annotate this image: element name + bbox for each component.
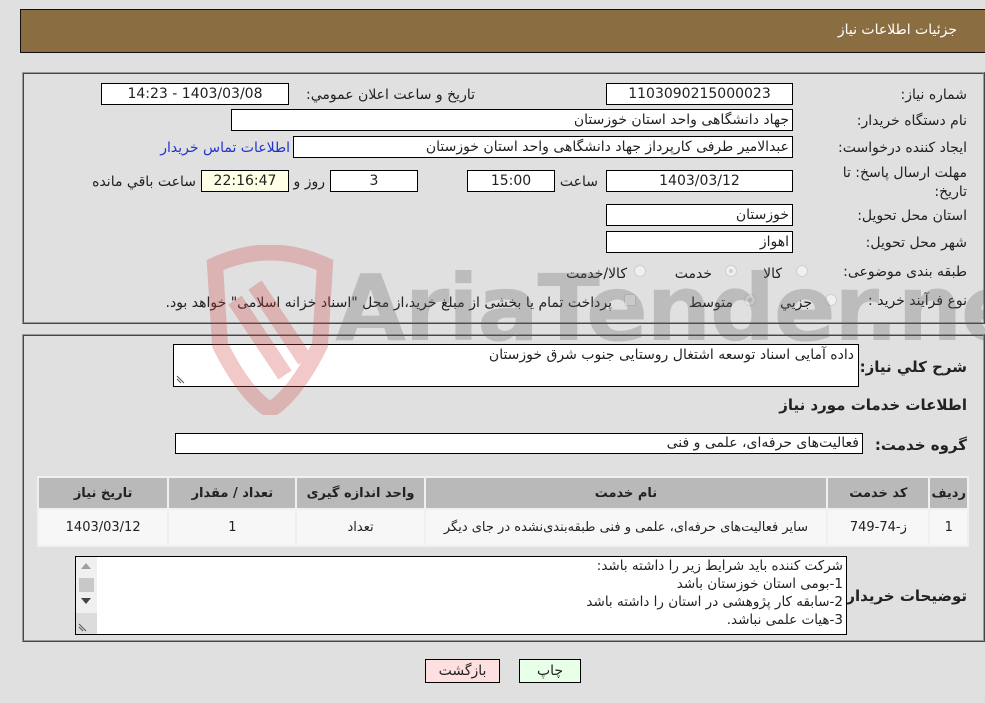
cell-service-code: ز-74-749 [828,510,929,545]
buyer-notes-line: 3-هیات علمی نباشد. [726,612,843,628]
print-button[interactable]: چاپ [519,659,581,683]
category-radio-goods[interactable] [796,265,808,277]
cell-need-date: 1403/03/12 [39,510,168,545]
col-quantity: تعداد / مقدار [169,478,296,508]
buyer-notes-textarea[interactable]: شرکت کننده باید شرایط زیر را داشته باشد:… [75,556,847,635]
service-group-label: گروه خدمت: [874,436,967,454]
cell-service-name: سایر فعالیت‌های حرفه‌ای، علمی و فنی طبقه… [425,510,827,545]
delivery-city-field: اهواز [606,231,793,253]
announce-datetime-field: 1403/03/08 - 14:23 [101,83,289,105]
remaining-time-label: ساعت باقي مانده [92,174,196,190]
deadline-time-label: ساعت [559,174,598,190]
description-text: داده آمایی اسناد توسعه اشتغال روستایی جن… [488,347,854,363]
col-service-code: کد خدمت [828,478,929,508]
cell-row-number: 1 [930,510,967,545]
deadline-date-field: 1403/03/12 [606,170,793,192]
purchase-type-radio-medium[interactable] [744,294,756,306]
treasury-note: پرداخت تمام یا بخشی از مبلغ خرید،از محل … [165,295,612,311]
page-title: جزئیات اطلاعات نیاز [837,22,957,38]
remaining-days-field: 3 [330,170,418,192]
buyer-notes-label: توضیحات خریدار: [840,587,967,605]
category-option-goods-service: کالا/خدمت [566,266,627,282]
cell-unit: تعداد [297,510,424,545]
description-label: شرح کلي نياز: [859,358,967,376]
purchase-type-radio-minor[interactable] [825,294,837,306]
scroll-up-icon[interactable] [81,563,91,569]
col-need-date: تاریخ نیاز [39,478,168,508]
back-button[interactable]: بازگشت [425,659,500,683]
delivery-province-field: خوزستان [606,204,793,226]
col-unit: واحد اندازه گیری [297,478,424,508]
buyer-org-label: نام دستگاه خریدار: [856,113,967,129]
table-header-row: ردیف کد خدمت نام خدمت واحد اندازه گیری ت… [39,478,967,508]
delivery-city-label: شهر محل تحویل: [865,235,967,251]
category-radio-goods-service[interactable] [634,265,646,277]
delivery-province-label: استان محل تحویل: [857,208,967,224]
col-row-number: ردیف [930,478,967,508]
category-option-goods: کالا [763,266,782,282]
days-label: روز و [293,174,326,190]
treasury-checkbox[interactable] [624,294,636,306]
description-textarea[interactable]: داده آمایی اسناد توسعه اشتغال روستایی جن… [173,344,859,387]
col-service-name: نام خدمت [425,478,827,508]
announce-datetime-label: تاریخ و ساعت اعلان عمومي: [306,87,475,103]
need-number-label: شماره نیاز: [900,87,968,103]
deadline-time-field: 15:00 [467,170,555,192]
cell-quantity: 1 [169,510,296,545]
category-label: طبقه بندی موضوعی: [843,264,967,280]
buyer-org-field: جهاد دانشگاهی واحد استان خوزستان [231,109,793,131]
purchase-type-option-medium: متوسط [689,295,733,311]
resize-grip-icon[interactable] [176,374,186,384]
services-section-title: اطلاعات خدمات مورد نیاز [779,396,967,414]
category-option-service: خدمت [674,266,712,282]
buyer-notes-line: شرکت کننده باید شرایط زیر را داشته باشد: [596,558,843,574]
scrollbar-corner [76,613,97,634]
creator-field: عبدالامیر طرفی کارپرداز جهاد دانشگاهی وا… [293,136,793,158]
scroll-down-icon[interactable] [81,598,91,604]
buyer-notes-line: 1-بومی استان خوزستان باشد [676,576,843,592]
services-table-wrapper: ردیف کد خدمت نام خدمت واحد اندازه گیری ت… [37,476,969,547]
buyer-contact-link[interactable]: اطلاعات تماس خریدار [160,140,290,156]
buyer-notes-scrollbar[interactable] [76,557,97,634]
buyer-notes-line: 2-سابقه کار پژوهشی در استان را داشته باش… [586,594,843,610]
category-radio-service[interactable] [725,265,737,277]
deadline-label: مهلت ارسال پاسخ: تا تاریخ: [842,165,967,200]
purchase-type-option-minor: جزيي [780,295,812,311]
need-number-field: 1103090215000023 [606,83,793,105]
resize-grip-icon[interactable] [78,622,88,632]
creator-label: ایجاد کننده درخواست: [838,140,967,156]
service-group-field: فعالیت‌های حرفه‌ای، علمی و فنی [175,433,863,454]
services-table: ردیف کد خدمت نام خدمت واحد اندازه گیری ت… [37,476,969,547]
remaining-time-field: 22:16:47 [201,170,289,192]
table-row: 1 ز-74-749 سایر فعالیت‌های حرفه‌ای، علمی… [39,510,967,545]
purchase-type-label: نوع فرآیند خرید : [868,293,967,309]
scrollbar-thumb[interactable] [79,578,94,592]
page-header: جزئیات اطلاعات نیاز [20,9,985,53]
